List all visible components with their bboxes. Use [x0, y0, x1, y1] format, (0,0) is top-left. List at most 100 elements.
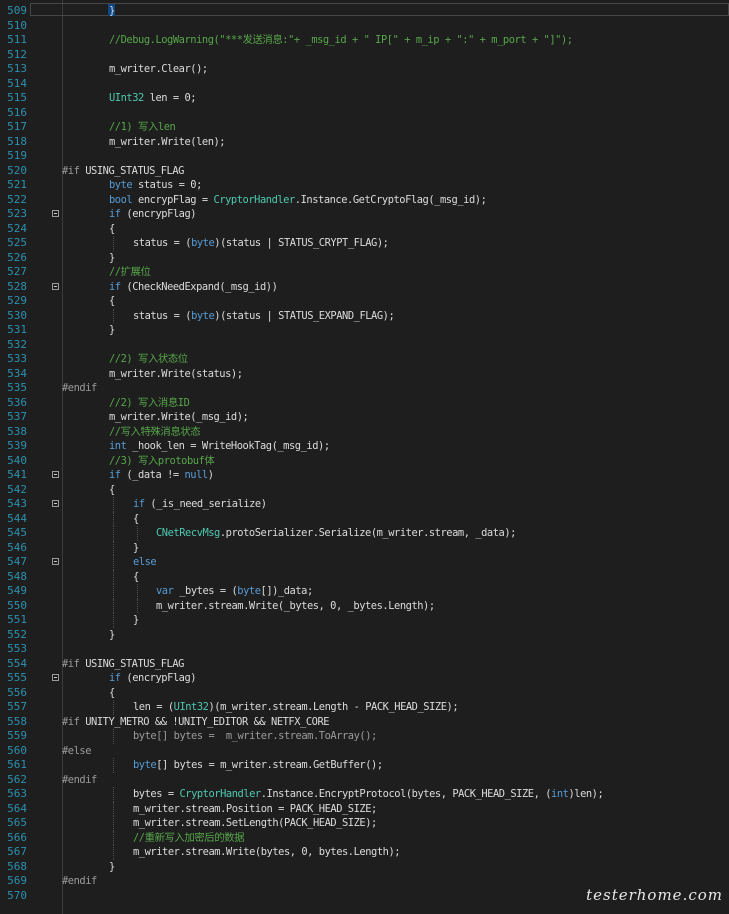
code-token: if: [109, 672, 121, 684]
code-line[interactable]: 547 else: [0, 555, 729, 570]
code-line[interactable]: 538 //写入特殊消息状态: [0, 425, 729, 440]
code-line[interactable]: 549 var _bytes = (byte[])_data;: [0, 584, 729, 599]
code-line[interactable]: 536 //2) 写入消息ID: [0, 396, 729, 411]
code-line[interactable]: 545 CNetRecvMsg.protoSerializer.Serialize…: [0, 526, 729, 541]
code-line[interactable]: 534 m_writer.Write(status);: [0, 367, 729, 382]
code-line[interactable]: 514: [0, 77, 729, 92]
code-line[interactable]: 528 if (CheckNeedExpand(_msg_id)): [0, 280, 729, 295]
code-line[interactable]: 551}: [0, 613, 729, 628]
code-line[interactable]: 563 bytes = CryptorHandler.Instance.Encry…: [0, 787, 729, 802]
code-line[interactable]: 540 //3) 写入protobuf体: [0, 454, 729, 469]
code-line[interactable]: 541 if (_data != null): [0, 468, 729, 483]
code-line[interactable]: 525 status = (byte)(status | STATUS_CRYPT…: [0, 236, 729, 251]
code-line[interactable]: 527 //扩展位: [0, 265, 729, 280]
code-line[interactable]: 511 //Debug.LogWarning("***发送消息:"+ _msg_i…: [0, 33, 729, 48]
code-text: if (encrypFlag): [109, 671, 197, 686]
code-line[interactable]: 552}: [0, 628, 729, 643]
fold-toggle-icon[interactable]: [52, 500, 59, 507]
code-line[interactable]: 558 #if UNITY_METRO && !UNITY_EDITOR && N…: [0, 715, 729, 730]
code-token: USING_STATUS_FLAG: [85, 164, 184, 177]
indent-guide: [113, 598, 114, 613]
code-line[interactable]: 531}: [0, 323, 729, 338]
code-line[interactable]: 564 m_writer.stream.Position = PACK_HEAD_…: [0, 801, 729, 817]
code-token: }: [109, 251, 115, 264]
code-line[interactable]: 529 {: [0, 294, 729, 309]
code-line[interactable]: 566 //重新写入加密后的数据: [0, 830, 729, 845]
code-editor[interactable]: 509} 510 511 //Debug.LogWarning("***发送消息:"+…: [0, 0, 729, 914]
code-line[interactable]: 553: [0, 642, 729, 657]
fold-toggle-icon[interactable]: [52, 210, 59, 217]
line-number: 566: [7, 830, 27, 844]
code-line[interactable]: 518 m_writer.Write(len);: [0, 135, 729, 150]
code-line[interactable]: 523 if (encrypFlag): [0, 207, 729, 222]
code-line[interactable]: 565 m_writer.stream.SetLength(PACK_HEAD_S…: [0, 816, 729, 831]
code-line[interactable]: 530 status = (byte)(status | STATUS_EXPAN…: [0, 308, 729, 323]
line-number: 513: [7, 62, 27, 75]
code-line[interactable]: 533 //2) 写入状态位: [0, 352, 729, 367]
code-line[interactable]: 559 byte[] bytes = m_writer.stream.ToArra…: [0, 729, 729, 744]
indent-guide: [113, 236, 114, 251]
code-line[interactable]: 512: [0, 48, 729, 63]
code-line[interactable]: 568}: [0, 860, 729, 875]
code-token: //2) 写入消息ID: [109, 396, 190, 409]
line-number: 533: [7, 352, 27, 365]
code-line[interactable]: 510: [0, 19, 729, 34]
code-token: byte: [109, 179, 133, 191]
code-line[interactable]: 515 UInt32 len = 0;: [0, 91, 729, 106]
code-token: UInt32: [109, 92, 144, 104]
code-line[interactable]: 517 //1) 写入len: [0, 120, 729, 135]
code-line[interactable]: 522 bool encrypFlag = CryptorHandler.Inst…: [0, 193, 729, 208]
code-line[interactable]: 548 {: [0, 569, 729, 585]
code-line[interactable]: 513 m_writer.Clear();: [0, 62, 729, 77]
fold-toggle-icon[interactable]: [52, 674, 59, 681]
fold-toggle-icon[interactable]: [52, 282, 59, 290]
fold-toggle-icon[interactable]: [52, 471, 59, 478]
line-number: 511: [7, 33, 27, 46]
code-line[interactable]: 544 {: [0, 511, 729, 526]
code-line[interactable]: 567 m_writer.stream.Write(bytes, 0, bytes…: [0, 845, 729, 860]
code-token: //写入特殊消息状态: [109, 425, 201, 438]
code-line[interactable]: 560 #else: [0, 744, 729, 759]
code-token: //扩展位: [109, 266, 151, 278]
code-line[interactable]: 532: [0, 338, 729, 353]
code-line[interactable]: 550 m_writer.stream.Write(_bytes, 0, _byt…: [0, 598, 729, 613]
code-line[interactable]: 556 {: [0, 686, 729, 701]
code-text: {: [133, 570, 139, 585]
code-line[interactable]: 546}: [0, 540, 729, 555]
code-text: //3) 写入protobuf体: [109, 454, 215, 469]
code-token: .Instance.EncryptProtocol(bytes, PACK_HE…: [260, 788, 552, 800]
code-token: )(status | STATUS_EXPAND_FLAG);: [214, 309, 395, 322]
code-token: #endif: [62, 773, 97, 786]
code-token: m_writer.stream.Position = PACK_HEAD_SIZ…: [133, 802, 377, 815]
code-token: //Debug.LogWarning("***发送消息:"+ _msg_id +…: [109, 34, 573, 46]
code-line[interactable]: 554 #if USING_STATUS_FLAG: [0, 657, 729, 672]
code-line[interactable]: 509}: [0, 4, 729, 19]
code-line[interactable]: 519: [0, 149, 729, 164]
indent-guide: [113, 555, 114, 570]
code-line[interactable]: 516: [0, 106, 729, 121]
code-text: #else: [62, 744, 91, 759]
code-line[interactable]: 521 byte status = 0;: [0, 178, 729, 193]
code-text: }: [133, 613, 139, 628]
code-line[interactable]: 539 int _hook_len = WriteHookTag(_msg_id)…: [0, 439, 729, 454]
code-line[interactable]: 555 if (encrypFlag): [0, 671, 729, 686]
code-token: if: [109, 469, 121, 481]
code-line[interactable]: 542 {: [0, 483, 729, 498]
code-line[interactable]: 526}: [0, 251, 729, 266]
code-line[interactable]: 543 if (_is_need_serialize): [0, 497, 729, 512]
code-line[interactable]: 520 #if USING_STATUS_FLAG: [0, 164, 729, 179]
line-number: 552: [7, 627, 27, 641]
code-line[interactable]: 537 m_writer.Write(_msg_id);: [0, 410, 729, 425]
code-line[interactable]: 524 {: [0, 222, 729, 237]
fold-toggle-icon[interactable]: [52, 558, 59, 565]
code-text: if (_is_need_serialize): [133, 497, 267, 512]
code-line[interactable]: 562 #endif: [0, 773, 729, 788]
code-line[interactable]: 557 len = (UInt32)(m_writer.stream.Length…: [0, 700, 729, 715]
code-line[interactable]: 535 #endif: [0, 381, 729, 396]
code-line[interactable]: 561 byte[] bytes = m_writer.stream.GetBuf…: [0, 758, 729, 773]
code-token: bytes =: [133, 788, 180, 800]
code-text: m_writer.stream.Position = PACK_HEAD_SIZ…: [133, 802, 377, 817]
code-token: [] bytes = m_writer.stream.GetBuffer();: [156, 759, 383, 771]
line-number: 561: [7, 758, 27, 771]
indent-guide: [113, 613, 114, 628]
